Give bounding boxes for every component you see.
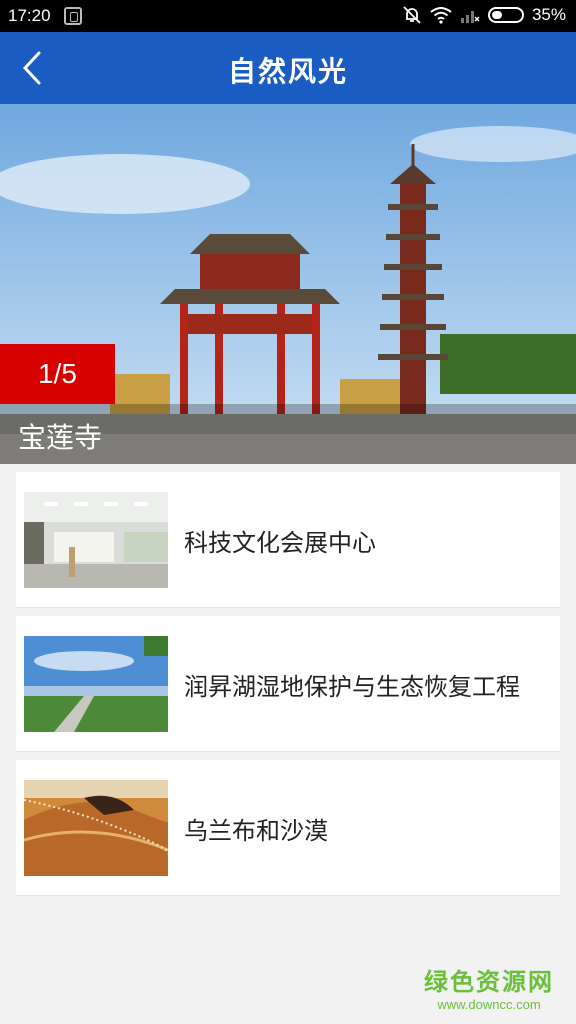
watermark: 绿色资源网 www.downcc.com: [424, 962, 554, 1012]
item-title: 科技文化会展中心: [184, 528, 376, 557]
item-thumbnail: [24, 780, 168, 876]
battery-icon: [487, 7, 524, 23]
item-thumbnail: [24, 492, 168, 588]
banner-caption: 宝莲寺: [0, 404, 576, 464]
list-item[interactable]: 科技文化会展中心: [16, 472, 560, 608]
list-item[interactable]: 润昇湖湿地保护与生态恢复工程: [16, 616, 560, 752]
item-title: 润昇湖湿地保护与生态恢复工程: [184, 672, 520, 701]
page-title: 自然风光: [227, 55, 348, 88]
watermark-name: 绿色资源网: [424, 968, 554, 996]
slide-counter: 1/5: [0, 344, 115, 404]
signal-icon: [460, 11, 480, 23]
featured-banner[interactable]: 1/5 宝莲寺: [0, 104, 576, 464]
watermark-url: www.downcc.com: [437, 997, 541, 1012]
battery-percent: 35%: [531, 5, 566, 24]
status-bar: 17:20 35%: [0, 0, 576, 32]
list-item[interactable]: 乌兰布和沙漠: [16, 760, 560, 896]
item-thumbnail: [24, 636, 168, 732]
status-icons: 35%: [402, 5, 566, 25]
status-time: 17:20: [8, 6, 51, 25]
mute-bell-icon: [403, 6, 421, 24]
attraction-list: 科技文化会展中心 润昇湖湿地保护与生态恢复工程 乌兰布和沙漠: [16, 472, 560, 904]
notification-icon: [64, 7, 82, 25]
app-bar: 自然风光: [0, 32, 576, 104]
item-title: 乌兰布和沙漠: [184, 816, 328, 845]
wifi-icon: [430, 7, 452, 24]
